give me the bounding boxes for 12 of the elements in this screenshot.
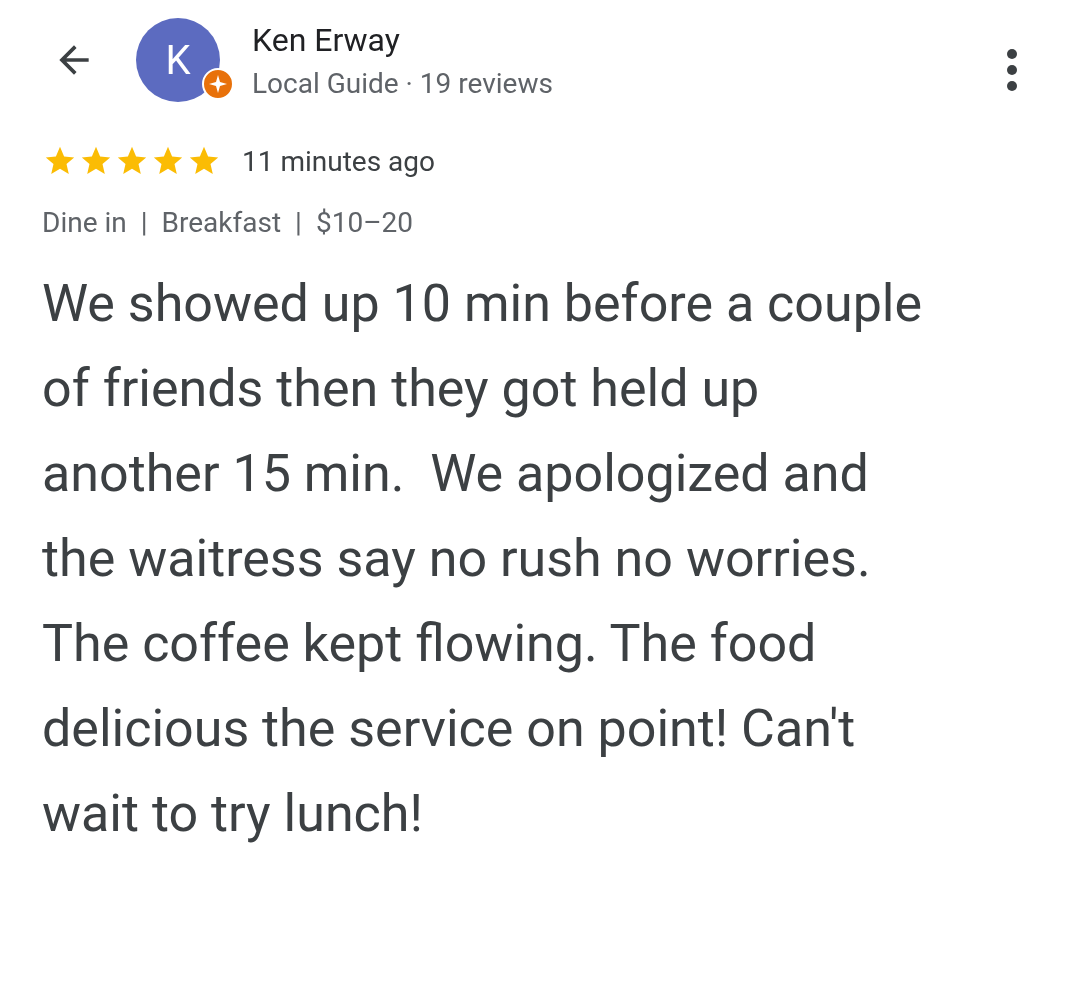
review-tag: Breakfast <box>161 206 282 239</box>
review-tag: $10–20 <box>315 206 413 239</box>
tag-separator: | <box>140 206 148 239</box>
avatar[interactable]: K <box>136 18 220 102</box>
reviewer-name[interactable]: Ken Erway <box>252 20 1006 59</box>
more-options-icon[interactable] <box>1006 48 1018 92</box>
review-time: 11 minutes ago <box>242 144 435 178</box>
tag-separator: | <box>295 206 302 239</box>
review-text: We showed up 10 min before a couple of friends then they got held up another 15 min. We apologized and the waitress say no rush no worries. The coffee kept flowing. The food delicious the service on point! Can't wait to try lunch! <box>42 272 924 846</box>
reviewer-subtitle: Local Guide · 19 reviews <box>252 66 554 100</box>
star-badge-icon <box>202 68 234 100</box>
review-tag: Dine in <box>42 206 127 239</box>
